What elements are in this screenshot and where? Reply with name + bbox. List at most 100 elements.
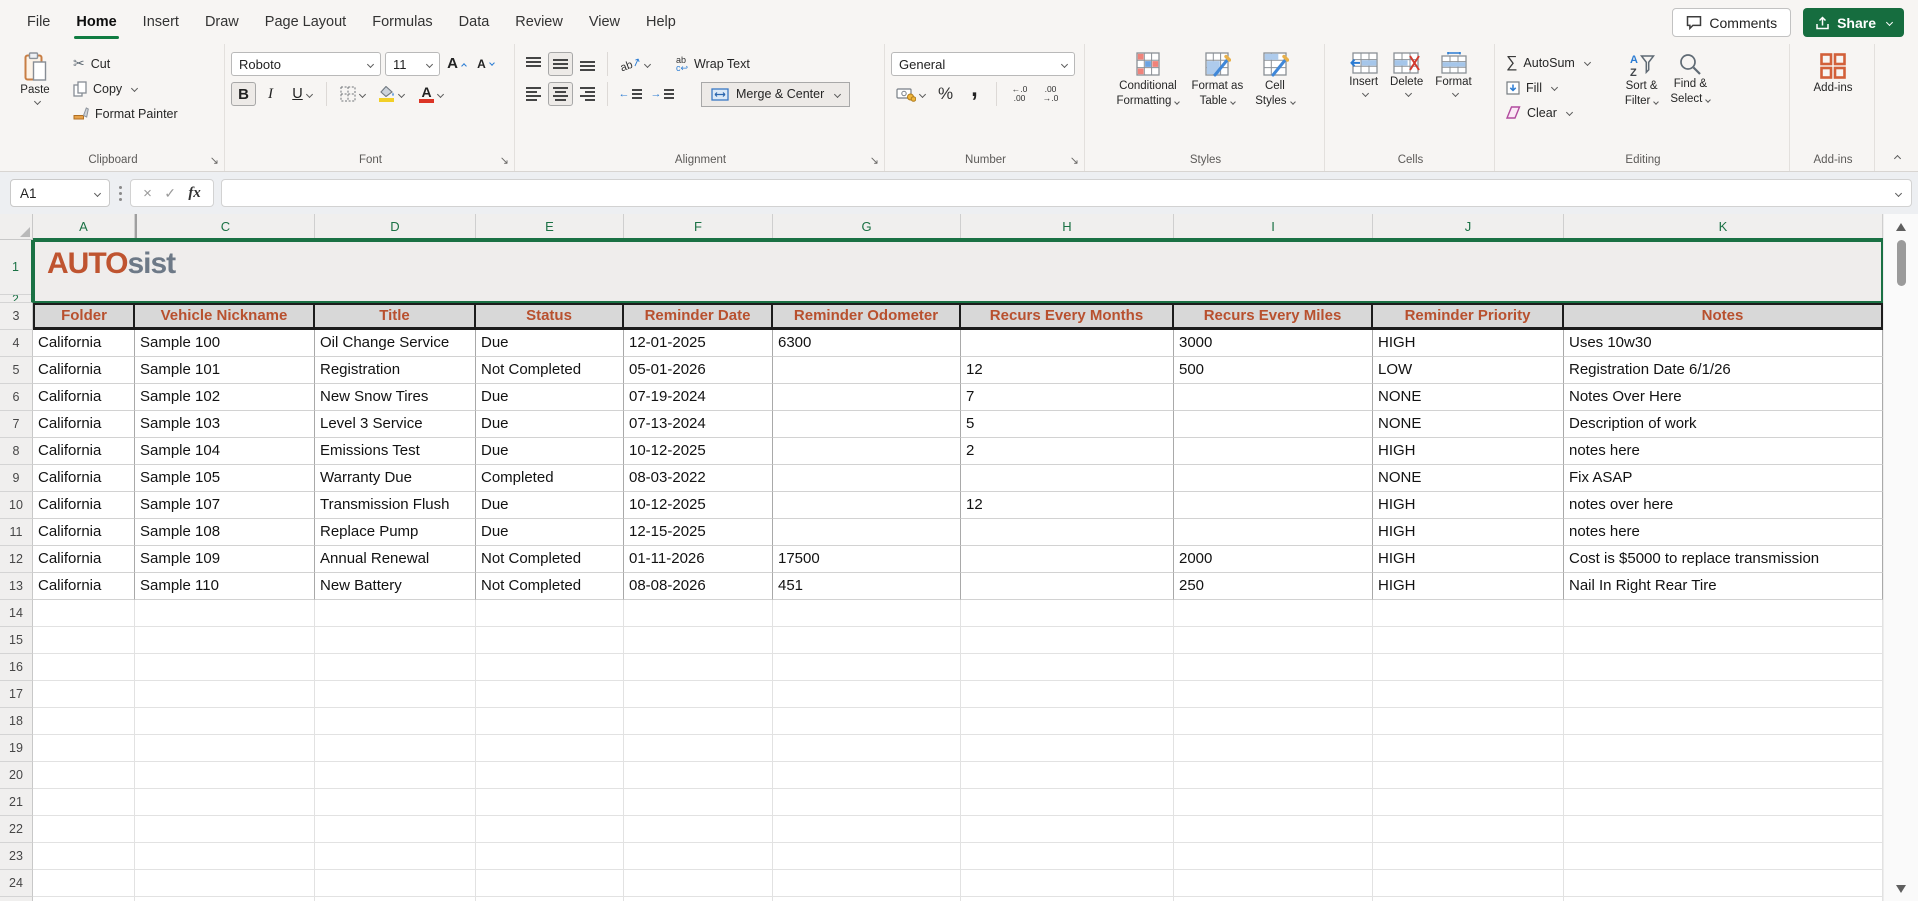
cell-I-23[interactable] xyxy=(1174,843,1373,870)
cell-F-14[interactable] xyxy=(624,600,773,627)
cell-G-14[interactable] xyxy=(773,600,961,627)
cell-A-20[interactable] xyxy=(33,762,135,789)
cell-H-14[interactable] xyxy=(961,600,1174,627)
cell-F-9[interactable]: 08-03-2022 xyxy=(624,465,773,492)
cell-C-9[interactable]: Sample 105 xyxy=(135,465,315,492)
cell-J-9[interactable]: NONE xyxy=(1373,465,1564,492)
row-header-4[interactable]: 4 xyxy=(0,330,33,357)
cell-H-19[interactable] xyxy=(961,735,1174,762)
cell-F-4[interactable]: 12-01-2025 xyxy=(624,330,773,357)
cell-D-19[interactable] xyxy=(315,735,476,762)
cell-I-24[interactable] xyxy=(1174,870,1373,897)
cell-A-10[interactable]: California xyxy=(33,492,135,519)
font-family-select[interactable]: Roboto xyxy=(231,52,381,76)
row-header-10[interactable]: 10 xyxy=(0,492,33,519)
cell-K-6[interactable]: Notes Over Here xyxy=(1564,384,1883,411)
cell-D-5[interactable]: Registration xyxy=(315,357,476,384)
cell-A-16[interactable] xyxy=(33,654,135,681)
cell-K-21[interactable] xyxy=(1564,789,1883,816)
column-header-G[interactable]: G xyxy=(773,214,961,239)
cell-J-4[interactable]: HIGH xyxy=(1373,330,1564,357)
cell-E-20[interactable] xyxy=(476,762,624,789)
copy-button[interactable]: Copy xyxy=(68,76,183,101)
cell-D-18[interactable] xyxy=(315,708,476,735)
sort-filter-button[interactable]: AZ Sort & Filter xyxy=(1621,49,1663,149)
cell-D-8[interactable]: Emissions Test xyxy=(315,438,476,465)
cell-H-8[interactable]: 2 xyxy=(961,438,1174,465)
cell-I-12[interactable]: 2000 xyxy=(1174,546,1373,573)
cell-G-18[interactable] xyxy=(773,708,961,735)
cell-J-23[interactable] xyxy=(1373,843,1564,870)
cell-A-23[interactable] xyxy=(33,843,135,870)
row-header-2[interactable]: 2 xyxy=(0,294,31,301)
cell-H-22[interactable] xyxy=(961,816,1174,843)
cancel-formula-button[interactable]: × xyxy=(143,185,152,202)
cell-E-4[interactable]: Due xyxy=(476,330,624,357)
cell-E-18[interactable] xyxy=(476,708,624,735)
decrease-decimal-button[interactable]: .00 →.0 xyxy=(1037,82,1064,106)
cell-C-8[interactable]: Sample 104 xyxy=(135,438,315,465)
share-button[interactable]: Share xyxy=(1803,8,1904,37)
cell-G-10[interactable] xyxy=(773,492,961,519)
format-painter-button[interactable]: Format Painter xyxy=(68,101,183,126)
menu-tab-home[interactable]: Home xyxy=(63,0,129,44)
font-color-button[interactable]: A xyxy=(412,82,450,106)
cell-J-19[interactable] xyxy=(1373,735,1564,762)
cell-E-21[interactable] xyxy=(476,789,624,816)
cell-F-8[interactable]: 10-12-2025 xyxy=(624,438,773,465)
cell-K-19[interactable] xyxy=(1564,735,1883,762)
cell-D-13[interactable]: New Battery xyxy=(315,573,476,600)
cell-G-16[interactable] xyxy=(773,654,961,681)
number-dialog-launcher[interactable]: ↘ xyxy=(1070,156,1079,166)
insert-cells-button[interactable]: Insert xyxy=(1345,49,1382,149)
cell-H-24[interactable] xyxy=(961,870,1174,897)
cell-G-21[interactable] xyxy=(773,789,961,816)
table-header-reminder-date[interactable]: Reminder Date xyxy=(624,303,773,330)
cell-H-13[interactable] xyxy=(961,573,1174,600)
increase-indent-button[interactable]: → xyxy=(647,82,677,106)
row-header-9[interactable]: 9 xyxy=(0,465,33,492)
row-header-13[interactable]: 13 xyxy=(0,573,33,600)
row-header-21[interactable]: 21 xyxy=(0,789,33,816)
cell-C-16[interactable] xyxy=(135,654,315,681)
cell-K-10[interactable]: notes over here xyxy=(1564,492,1883,519)
cell-C-5[interactable]: Sample 101 xyxy=(135,357,315,384)
cell-D-6[interactable]: New Snow Tires xyxy=(315,384,476,411)
cell-I-17[interactable] xyxy=(1174,681,1373,708)
row-header-5[interactable]: 5 xyxy=(0,357,33,384)
increase-font-size-button[interactable]: A xyxy=(444,52,469,76)
table-header-recurs-every-months[interactable]: Recurs Every Months xyxy=(961,303,1174,330)
cell-J-7[interactable]: NONE xyxy=(1373,411,1564,438)
cell-J-21[interactable] xyxy=(1373,789,1564,816)
row-header-23[interactable]: 23 xyxy=(0,843,33,870)
cell-J-24[interactable] xyxy=(1373,870,1564,897)
cell-I-18[interactable] xyxy=(1174,708,1373,735)
cell-styles-button[interactable]: Cell Styles xyxy=(1251,49,1298,149)
cell-F-11[interactable]: 12-15-2025 xyxy=(624,519,773,546)
cell-I-15[interactable] xyxy=(1174,627,1373,654)
cell-I-21[interactable] xyxy=(1174,789,1373,816)
cell-C-23[interactable] xyxy=(135,843,315,870)
menu-tab-draw[interactable]: Draw xyxy=(192,0,252,44)
cell-C-17[interactable] xyxy=(135,681,315,708)
row-header-17[interactable]: 17 xyxy=(0,681,33,708)
cell-D-9[interactable]: Warranty Due xyxy=(315,465,476,492)
cell-H-7[interactable]: 5 xyxy=(961,411,1174,438)
cell-J-14[interactable] xyxy=(1373,600,1564,627)
cell-E-11[interactable]: Due xyxy=(476,519,624,546)
cell-I-5[interactable]: 500 xyxy=(1174,357,1373,384)
cell-H-5[interactable]: 12 xyxy=(961,357,1174,384)
cell-A-7[interactable]: California xyxy=(33,411,135,438)
decrease-font-size-button[interactable]: A xyxy=(473,52,498,76)
name-box[interactable]: A1 xyxy=(10,179,110,207)
cell-G-20[interactable] xyxy=(773,762,961,789)
cell-A-21[interactable] xyxy=(33,789,135,816)
cell-E-24[interactable] xyxy=(476,870,624,897)
row-header-20[interactable]: 20 xyxy=(0,762,33,789)
cell-E-19[interactable] xyxy=(476,735,624,762)
cell-C-6[interactable]: Sample 102 xyxy=(135,384,315,411)
cell-A-5[interactable]: California xyxy=(33,357,135,384)
cell-F-6[interactable]: 07-19-2024 xyxy=(624,384,773,411)
cell-H-4[interactable] xyxy=(961,330,1174,357)
menu-tab-formulas[interactable]: Formulas xyxy=(359,0,445,44)
